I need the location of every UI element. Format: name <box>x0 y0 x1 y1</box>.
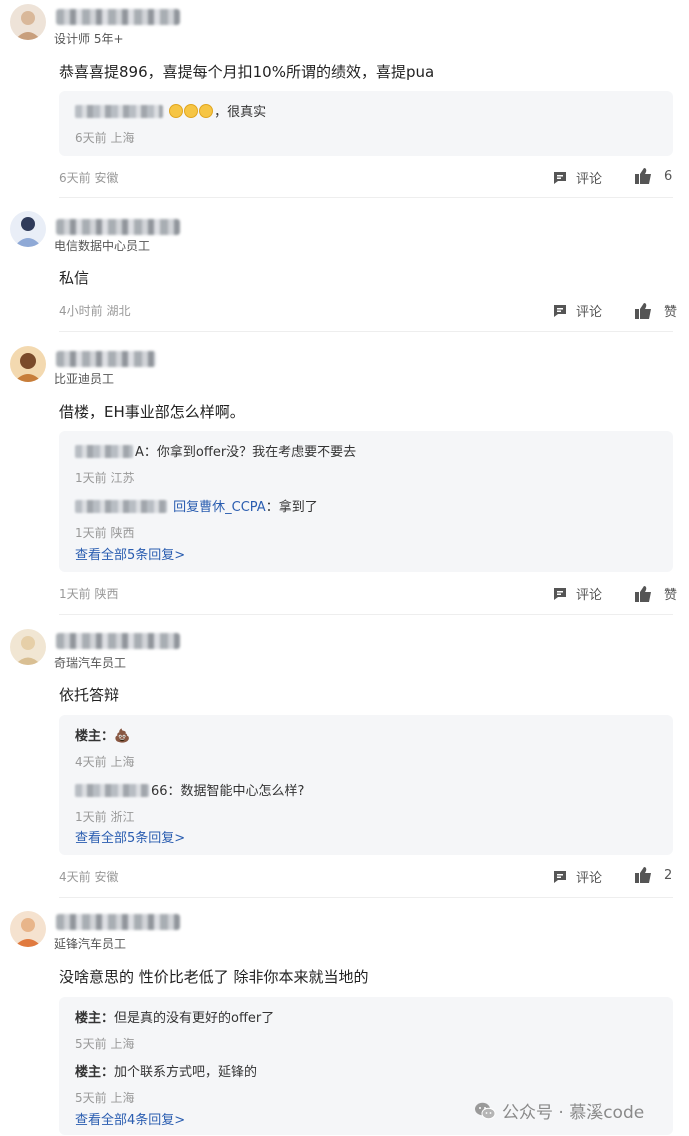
reply-author: 楼主： <box>75 1065 115 1080</box>
reply-line: ，很真实 <box>75 101 266 120</box>
author-role: 延锋汽车员工 <box>54 937 127 951</box>
reply-to-link[interactable]: 回复曹休_CCPA <box>173 500 266 515</box>
reply-line: A：你拿到offer没？我在考虑要不要去 <box>75 441 356 460</box>
reply-author: 66： <box>151 784 181 799</box>
thumbs-up-icon <box>635 302 651 319</box>
reply-text: ：拿到了 <box>265 500 318 515</box>
author-name-redacted <box>56 914 180 930</box>
comment-text: 私信 <box>59 269 90 287</box>
watermark: 公众号 · 慕溪code <box>474 1098 644 1123</box>
avatar[interactable] <box>10 911 46 947</box>
reply-author-redacted <box>75 784 149 797</box>
comment-text: 借楼，EH事业部怎么样啊。 <box>59 403 245 421</box>
reply-meta: 5天前 上海 <box>75 1091 135 1105</box>
divider <box>59 197 673 198</box>
like-button[interactable]: 2 <box>635 867 672 883</box>
avatar[interactable] <box>10 346 46 382</box>
like-button[interactable]: 赞 <box>635 301 677 320</box>
reply-text: ，很真实 <box>214 105 267 120</box>
comment-text: 没啥意思的 性价比老低了 除非你本来就当地的 <box>59 968 369 986</box>
author-name-redacted <box>56 351 156 367</box>
reply-author: A： <box>135 445 157 460</box>
reply-meta: 6天前 上海 <box>75 131 135 145</box>
comment-button[interactable]: 评论 <box>552 867 602 886</box>
reply-line: 66：数据智能中心怎么样? <box>75 780 304 799</box>
comment-text: 依托答辩 <box>59 686 120 704</box>
reply-author: 楼主： <box>75 729 115 744</box>
divider <box>59 331 673 332</box>
reply-line: 楼主：加个联系方式吧，延锋的 <box>75 1061 257 1080</box>
thumbs-up-icon <box>635 168 651 184</box>
avatar[interactable] <box>10 629 46 665</box>
comment-meta: 4天前 安徽 <box>59 870 119 884</box>
comment-icon <box>554 587 566 600</box>
reply-text: 但是真的没有更好的offer了 <box>114 1011 275 1026</box>
reply-author-redacted <box>75 105 163 118</box>
comment-text: 恭喜喜提896，喜提每个月扣10%所谓的绩效，喜提pua <box>59 63 435 81</box>
author-name-redacted <box>56 219 180 235</box>
reply-line: 楼主：💩 <box>75 725 130 744</box>
like-button[interactable]: 6 <box>635 168 672 184</box>
comment-button[interactable]: 评论 <box>552 301 602 320</box>
author-name-redacted <box>56 9 180 25</box>
divider <box>59 897 673 898</box>
comment-icon <box>554 870 566 883</box>
reply-author-redacted <box>75 445 133 458</box>
reply-line: 回复曹休_CCPA：拿到了 <box>75 496 318 515</box>
reply-meta: 1天前 陕西 <box>75 526 135 540</box>
avatar[interactable] <box>10 211 46 247</box>
thumbs-up-icon <box>635 867 651 883</box>
reply-meta: 4天前 上海 <box>75 755 135 769</box>
reply-text: 你拿到offer没？我在考虑要不要去 <box>156 445 357 460</box>
wechat-icon <box>475 1102 496 1119</box>
reply-box: ，很真实 6天前 上海 <box>59 91 673 156</box>
comment-button[interactable]: 评论 <box>552 168 602 187</box>
reply-meta: 1天前 浙江 <box>75 810 135 824</box>
comment-icon <box>554 304 566 317</box>
reply-text: 加个联系方式吧，延锋的 <box>114 1065 258 1080</box>
author-role: 电信数据中心员工 <box>54 239 151 253</box>
author-role: 设计师 5年+ <box>54 32 124 46</box>
thumbs-up-icon <box>635 585 651 602</box>
view-all-replies-link[interactable]: 查看全部5条回复> <box>75 544 185 563</box>
divider <box>59 614 673 615</box>
poop-emoji-icon: 💩 <box>114 729 131 744</box>
like-button[interactable]: 赞 <box>635 584 677 603</box>
comment-meta: 1天前 陕西 <box>59 587 119 601</box>
reply-box: 楼主：💩 4天前 上海 66：数据智能中心怎么样? 1天前 浙江 查看全部5条回… <box>59 715 673 855</box>
comment-icon <box>554 171 566 184</box>
reply-meta: 5天前 上海 <box>75 1037 135 1051</box>
emoji-icon <box>169 104 214 120</box>
reply-author: 楼主： <box>75 1011 115 1026</box>
watermark-text: 公众号 · 慕溪code <box>502 1103 645 1123</box>
reply-author-redacted <box>75 500 167 513</box>
comment-meta: 4小时前 湖北 <box>59 304 131 318</box>
reply-meta: 1天前 江苏 <box>75 471 135 485</box>
reply-line: 楼主：但是真的没有更好的offer了 <box>75 1007 274 1026</box>
author-role: 奇瑞汽车员工 <box>54 656 127 670</box>
comment-meta: 6天前 安徽 <box>59 171 119 185</box>
view-all-replies-link[interactable]: 查看全部5条回复> <box>75 827 185 846</box>
reply-text: 数据智能中心怎么样? <box>180 784 305 799</box>
avatar[interactable] <box>10 4 46 40</box>
author-role: 比亚迪员工 <box>54 372 115 386</box>
reply-box: A：你拿到offer没？我在考虑要不要去 1天前 江苏 回复曹休_CCPA：拿到… <box>59 431 673 572</box>
view-all-replies-link[interactable]: 查看全部4条回复> <box>75 1109 185 1128</box>
author-name-redacted <box>56 633 180 649</box>
comment-button[interactable]: 评论 <box>552 584 602 603</box>
